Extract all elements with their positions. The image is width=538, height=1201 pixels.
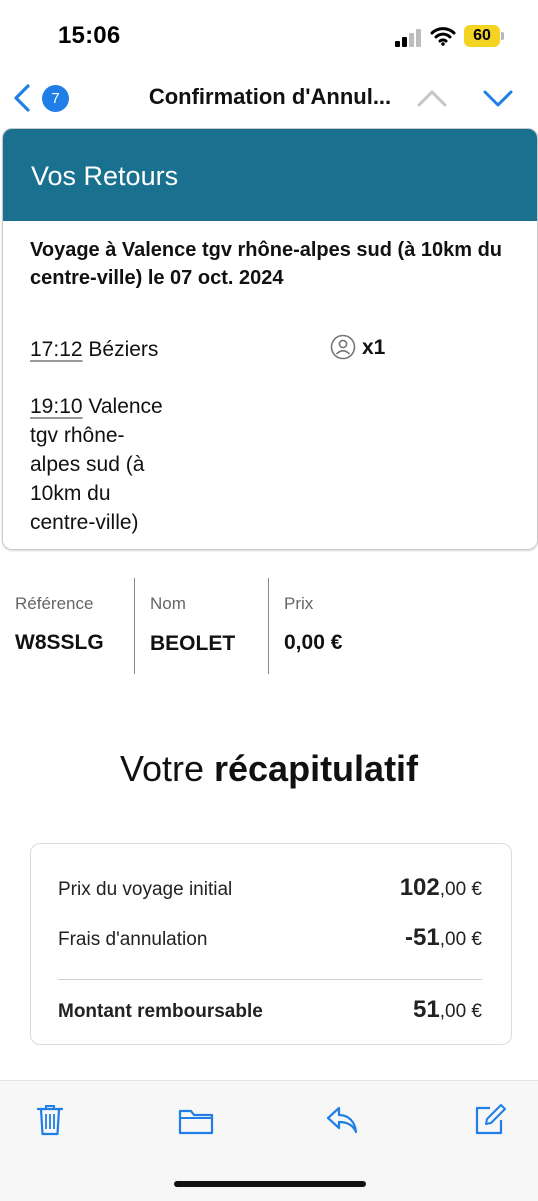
reference-label: Référence xyxy=(15,594,94,613)
divider xyxy=(268,578,269,674)
signal-icon xyxy=(395,29,421,47)
unread-count-badge[interactable]: 7 xyxy=(42,85,69,112)
reference-value: W8SSLG xyxy=(15,631,104,654)
initial-price-label: Prix du voyage initial xyxy=(58,879,233,900)
folder-icon[interactable] xyxy=(178,1107,214,1135)
refund-label: Montant remboursable xyxy=(58,1001,263,1022)
refund-amount: 51,00 € xyxy=(413,996,482,1023)
card-header-title: Vos Retours xyxy=(31,161,179,191)
arrival-station-line: alpes sud (à xyxy=(30,453,145,476)
cancellation-fee-amount: -51,00 € xyxy=(405,924,482,951)
battery-indicator: 60 xyxy=(464,25,500,47)
home-indicator xyxy=(174,1181,366,1187)
arrival-time: 19:10 xyxy=(30,395,83,418)
card-header: Vos Retours xyxy=(3,129,537,221)
departure-row: 17:12 Béziers xyxy=(30,335,158,364)
chevron-down-icon[interactable] xyxy=(482,88,514,108)
compose-icon[interactable] xyxy=(474,1103,506,1135)
name-value: BEOLET xyxy=(150,632,236,655)
arrival-block: 19:10 Valence tgv rhône- alpes sud (à 10… xyxy=(30,392,190,537)
departure-station: Béziers xyxy=(88,338,159,361)
price-label: Prix xyxy=(284,594,314,613)
trip-title: Voyage à Valence tgv rhône-alpes sud (à … xyxy=(30,239,503,289)
status-time: 15:06 xyxy=(58,22,121,49)
name-label: Nom xyxy=(150,594,186,613)
arrival-station-line: 10km du xyxy=(30,482,111,505)
arrival-station-line: Valence xyxy=(88,395,163,418)
nav-title: Confirmation d'Annul... xyxy=(148,84,392,109)
passenger-icon xyxy=(330,334,356,360)
arrival-station-line: centre-ville) xyxy=(30,511,139,534)
arrival-station-line: tgv rhône- xyxy=(30,424,125,447)
wifi-icon xyxy=(430,27,456,46)
battery-cap xyxy=(501,32,504,40)
departure-time: 17:12 xyxy=(30,338,83,361)
divider xyxy=(134,578,135,674)
trash-icon[interactable] xyxy=(36,1103,64,1137)
recap-separator xyxy=(58,979,482,980)
recap-title: Votre récapitulatif xyxy=(119,748,419,789)
back-chevron-icon[interactable] xyxy=(12,84,32,112)
chevron-up-icon[interactable] xyxy=(416,88,448,108)
initial-price-amount: 102,00 € xyxy=(399,874,482,901)
passenger-count: x1 xyxy=(362,336,386,359)
reply-icon[interactable] xyxy=(325,1105,359,1135)
cancellation-fee-label: Frais d'annulation xyxy=(58,929,208,950)
price-value: 0,00 € xyxy=(284,631,343,654)
